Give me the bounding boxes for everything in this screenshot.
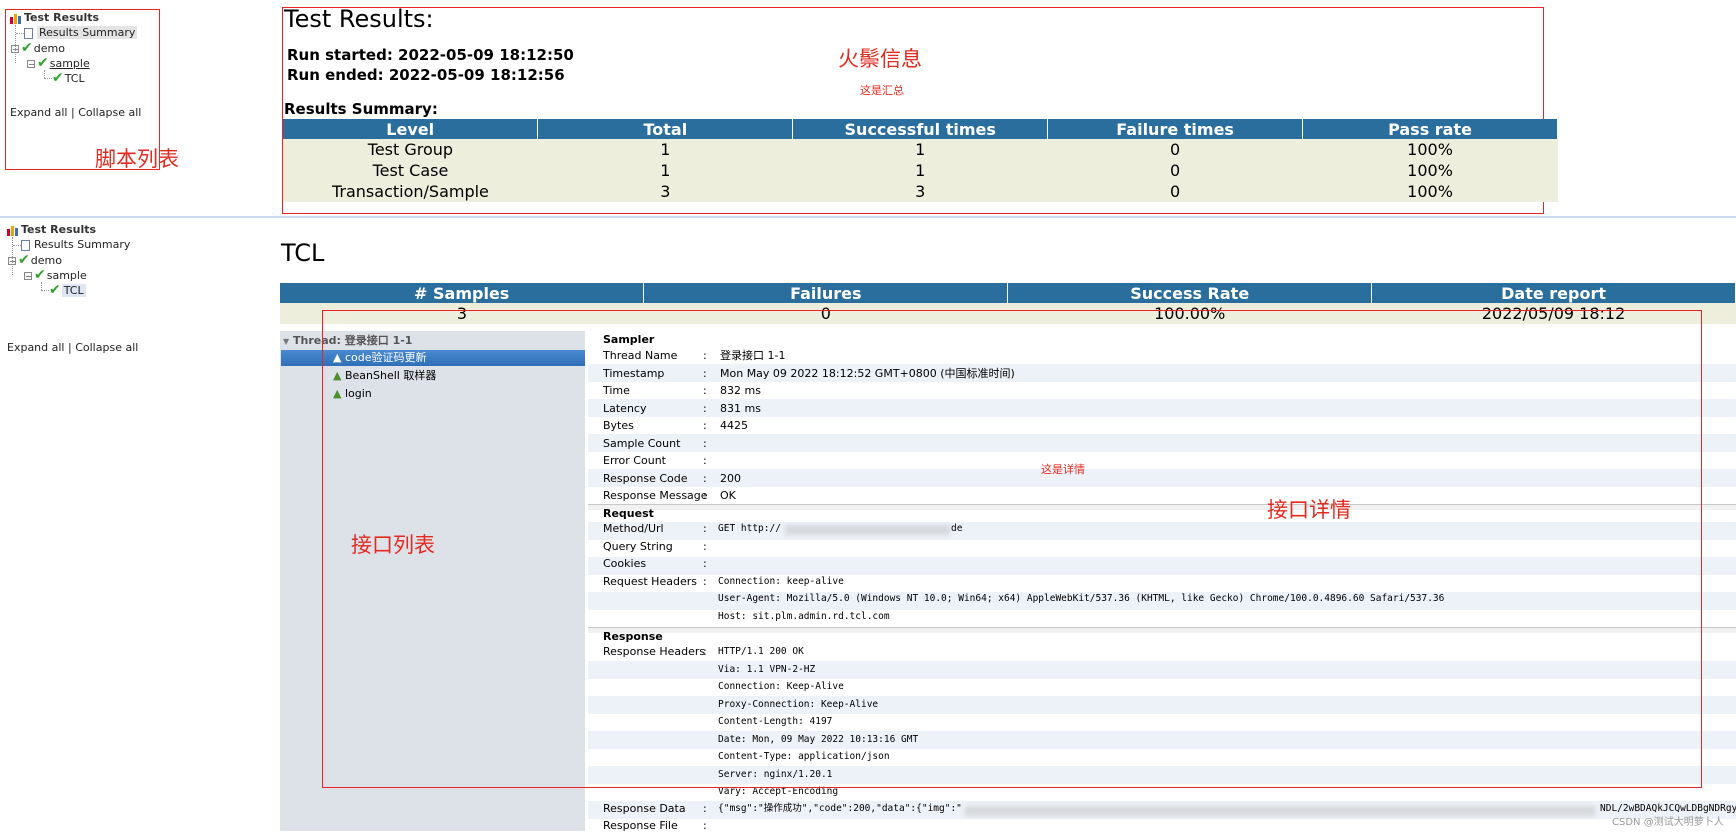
check-icon: ✔ [49,282,61,298]
check-icon: ✔ [34,267,46,283]
column-header: Total [537,119,794,139]
annotation-summary-note: 这是汇总 [860,84,904,97]
table-row: Test Group 1 1 0 100% [283,139,1558,160]
watermark: CSDN @测试大明萝卜人 [1612,817,1724,828]
annotation-fire-info: 火鬃信息 [838,47,922,71]
expand-all-link[interactable]: Expand all [7,341,65,354]
annotation-script-list: 脚本列表 [95,147,179,171]
detail-label: Response Data [603,802,686,815]
column-header: Success Rate [1007,283,1373,303]
check-icon: ✔ [18,252,30,268]
results-summary-table: Level Total Successful times Failure tim… [283,119,1558,202]
table-row: Test Case 1 1 0 100% [283,160,1558,181]
tcl-title: TCL [281,239,325,267]
annotation-api-list: 接口列表 [351,533,435,557]
run-ended: Run ended: 2022-05-09 18:12:56 [287,66,565,84]
table-header-row: # Samples Failures Success Rate Date rep… [280,283,1736,303]
redacted-region [965,806,1595,816]
tree-item-demo[interactable]: − ✔demo [8,252,62,268]
collapse-toggle-icon[interactable]: − [8,257,16,266]
annotation-api-detail: 接口详情 [1267,498,1351,522]
table-row: Transaction/Sample 3 3 0 100% [283,181,1558,202]
column-header: Pass rate [1302,119,1558,139]
results-summary-heading: Results Summary: [284,100,438,118]
collapse-all-link[interactable]: Collapse all [75,341,138,354]
column-header: Failure times [1047,119,1304,139]
tree-root[interactable]: Test Results [7,222,96,238]
table-header-row: Level Total Successful times Failure tim… [283,119,1558,139]
annotation-box-detail [322,310,1702,788]
document-icon [21,239,30,251]
column-header: Level [283,119,539,139]
tree-item-sample[interactable]: − ✔sample [24,267,87,283]
response-data: {"msg":"操作成功","code":200,"data":{"img":" [718,803,962,814]
collapse-toggle-icon[interactable]: − [24,272,32,281]
annotation-detail-note: 这是详情 [1041,463,1085,476]
column-header: # Samples [280,283,645,303]
screenshot-divider [0,216,1736,218]
column-header: Failures [643,283,1009,303]
report-icon [7,225,18,236]
expand-triangle-icon: ▼ [283,337,290,346]
tree-item-results-summary[interactable]: Results Summary [21,237,130,253]
page-title: Test Results: [284,5,434,33]
expand-collapse-links: Expand all | Collapse all [7,341,139,354]
column-header: Date report [1371,283,1736,303]
run-started: Run started: 2022-05-09 18:12:50 [287,46,574,64]
detail-label: Response File [603,819,678,832]
tree-item-tcl[interactable]: ✔TCL [49,282,86,298]
column-header: Successful times [792,119,1049,139]
